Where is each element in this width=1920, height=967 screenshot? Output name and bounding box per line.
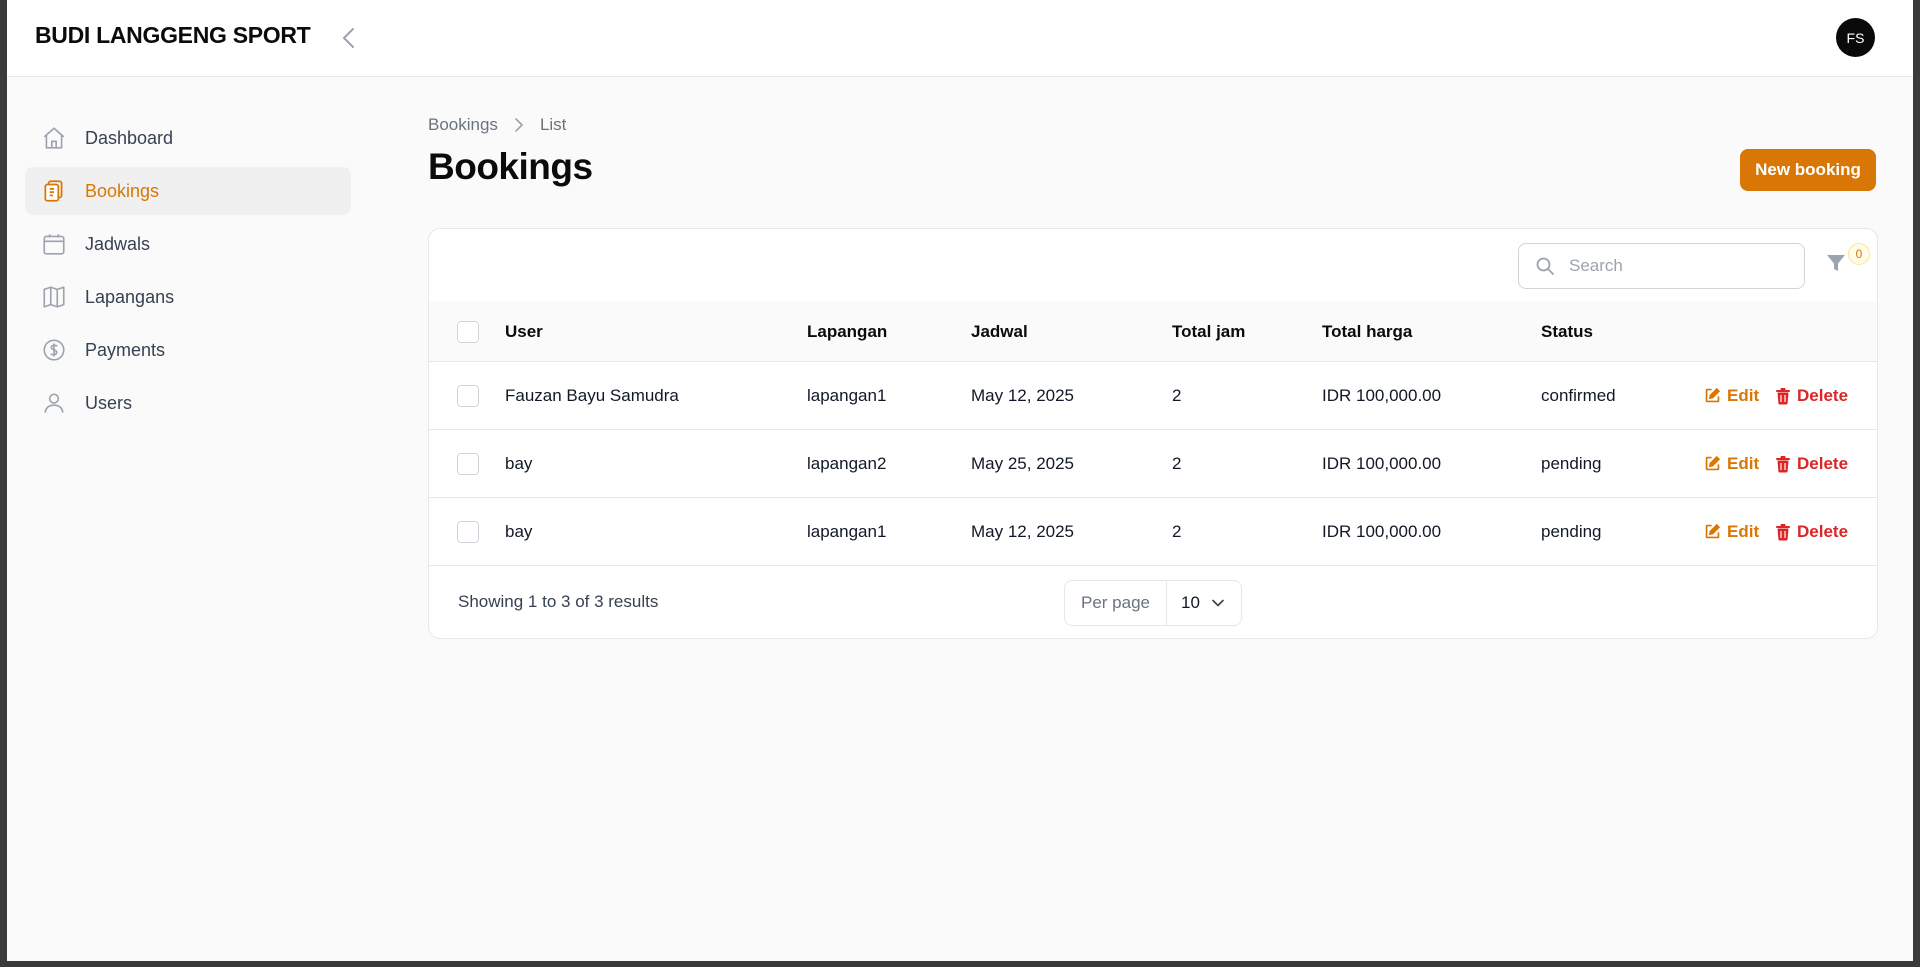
sidebar-item-jadwals[interactable]: Jadwals bbox=[25, 220, 351, 268]
delete-button[interactable]: Delete bbox=[1775, 522, 1848, 542]
cell-jadwal: May 25, 2025 bbox=[971, 453, 1075, 473]
sidebar-item-lapangans[interactable]: Lapangans bbox=[25, 273, 351, 321]
breadcrumb-current: List bbox=[539, 115, 567, 134]
chevron-right-icon bbox=[514, 118, 524, 132]
top-bar: BUDI LANGGENG SPORT FS bbox=[7, 0, 1913, 77]
column-header-jadwal[interactable]: Jadwal bbox=[971, 322, 1028, 342]
breadcrumb: Bookings List bbox=[428, 115, 566, 135]
breadcrumb-parent-link[interactable]: Bookings bbox=[428, 115, 498, 135]
delete-label: Delete bbox=[1797, 385, 1849, 405]
search-box bbox=[1518, 243, 1805, 289]
clipboard-icon bbox=[41, 178, 67, 204]
edit-button[interactable]: Edit bbox=[1704, 454, 1759, 474]
cell-lapangan: lapangan1 bbox=[807, 385, 887, 405]
filter-icon bbox=[1827, 255, 1845, 271]
collapse-sidebar-button[interactable] bbox=[335, 24, 363, 52]
edit-label: Edit bbox=[1727, 385, 1760, 405]
delete-label: Delete bbox=[1797, 453, 1849, 473]
calendar-icon bbox=[41, 231, 67, 257]
filter-button[interactable]: 0 bbox=[1824, 243, 1870, 281]
cell-user: Fauzan Bayu Samudra bbox=[505, 385, 679, 405]
user-icon bbox=[41, 390, 67, 416]
cell-status: pending bbox=[1541, 521, 1602, 541]
sidebar-item-label: Bookings bbox=[85, 180, 160, 201]
sidebar-item-label: Lapangans bbox=[85, 286, 175, 307]
edit-label: Edit bbox=[1727, 521, 1760, 541]
cell-total-jam: 2 bbox=[1172, 521, 1182, 541]
cell-total-jam: 2 bbox=[1172, 453, 1182, 473]
new-booking-button[interactable]: New booking bbox=[1740, 149, 1876, 191]
per-page-selector: Per page 10 bbox=[1064, 580, 1242, 626]
edit-icon bbox=[1705, 523, 1721, 539]
home-icon bbox=[41, 125, 67, 151]
per-page-select[interactable]: 10 bbox=[1167, 581, 1241, 625]
cell-total-harga: IDR 100,000.00 bbox=[1322, 521, 1442, 541]
column-header-total-harga[interactable]: Total harga bbox=[1322, 322, 1412, 342]
trash-icon bbox=[1776, 455, 1790, 473]
table-footer: Showing 1 to 3 of 3 results Per page 10 bbox=[429, 566, 1877, 638]
sidebar-item-label: Payments bbox=[85, 339, 166, 360]
table-row[interactable]: bay lapangan2 May 25, 2025 2 IDR 100,000… bbox=[429, 430, 1877, 498]
dollar-circle-icon bbox=[41, 337, 67, 363]
edit-button[interactable]: Edit bbox=[1704, 522, 1759, 542]
trash-icon bbox=[1776, 523, 1790, 541]
search-input[interactable] bbox=[1567, 255, 1771, 277]
sidebar-item-payments[interactable]: Payments bbox=[25, 326, 351, 374]
cell-total-jam: 2 bbox=[1172, 385, 1182, 405]
row-checkbox[interactable] bbox=[457, 384, 479, 407]
sidebar-item-label: Dashboard bbox=[85, 127, 174, 148]
select-all-checkbox[interactable] bbox=[457, 320, 479, 343]
delete-button[interactable]: Delete bbox=[1775, 454, 1848, 474]
column-header-status[interactable]: Status bbox=[1541, 322, 1593, 342]
per-page-value: 10 bbox=[1181, 593, 1200, 612]
cell-lapangan: lapangan1 bbox=[807, 521, 887, 541]
column-header-total-jam[interactable]: Total jam bbox=[1172, 322, 1245, 342]
user-avatar[interactable]: FS bbox=[1836, 18, 1875, 57]
cell-total-harga: IDR 100,000.00 bbox=[1322, 385, 1442, 405]
app-window: BUDI LANGGENG SPORT FS Dashboard Booking… bbox=[7, 0, 1913, 961]
sidebar-item-bookings[interactable]: Bookings bbox=[25, 167, 351, 215]
filter-count-badge: 0 bbox=[1848, 243, 1870, 265]
page-title: Bookings bbox=[428, 146, 593, 187]
delete-button[interactable]: Delete bbox=[1775, 386, 1848, 406]
column-header-lapangan[interactable]: Lapangan bbox=[807, 322, 887, 342]
column-header-user[interactable]: User bbox=[505, 322, 543, 342]
edit-button[interactable]: Edit bbox=[1704, 386, 1759, 406]
cell-total-harga: IDR 100,000.00 bbox=[1322, 453, 1442, 473]
sidebar-item-label: Jadwals bbox=[85, 233, 151, 254]
trash-icon bbox=[1776, 387, 1790, 405]
row-checkbox[interactable] bbox=[457, 452, 479, 475]
delete-label: Delete bbox=[1797, 521, 1849, 541]
sidebar-item-dashboard[interactable]: Dashboard bbox=[25, 114, 351, 162]
cell-status: pending bbox=[1541, 453, 1602, 473]
table-header: User Lapangan Jadwal Total jam Total har… bbox=[429, 302, 1877, 362]
edit-label: Edit bbox=[1727, 453, 1760, 473]
sidebar-item-label: Users bbox=[85, 392, 133, 413]
cell-jadwal: May 12, 2025 bbox=[971, 385, 1075, 405]
edit-icon bbox=[1705, 387, 1721, 403]
brand-title: BUDI LANGGENG SPORT bbox=[35, 22, 311, 48]
cell-user: bay bbox=[505, 453, 533, 473]
search-icon bbox=[1535, 256, 1555, 276]
chevron-down-icon bbox=[1212, 599, 1224, 607]
cell-lapangan: lapangan2 bbox=[807, 453, 887, 473]
table-row[interactable]: bay lapangan1 May 12, 2025 2 IDR 100,000… bbox=[429, 498, 1877, 566]
cell-jadwal: May 12, 2025 bbox=[971, 521, 1075, 541]
results-summary: Showing 1 to 3 of 3 results bbox=[458, 592, 659, 611]
table-row[interactable]: Fauzan Bayu Samudra lapangan1 May 12, 20… bbox=[429, 362, 1877, 430]
map-icon bbox=[41, 284, 67, 310]
cell-status: confirmed bbox=[1541, 385, 1616, 405]
cell-user: bay bbox=[505, 521, 533, 541]
sidebar-item-users[interactable]: Users bbox=[25, 379, 351, 427]
row-checkbox[interactable] bbox=[457, 520, 479, 543]
per-page-label: Per page bbox=[1065, 581, 1167, 625]
sidebar: Dashboard Bookings Jadwals Lapangans Pay… bbox=[25, 114, 351, 432]
chevron-left-icon bbox=[343, 28, 354, 48]
table-toolbar: 0 bbox=[429, 229, 1877, 303]
edit-icon bbox=[1705, 455, 1721, 471]
bookings-table-card: 0 User Lapangan Jadwal Total jam Total h… bbox=[428, 228, 1878, 639]
